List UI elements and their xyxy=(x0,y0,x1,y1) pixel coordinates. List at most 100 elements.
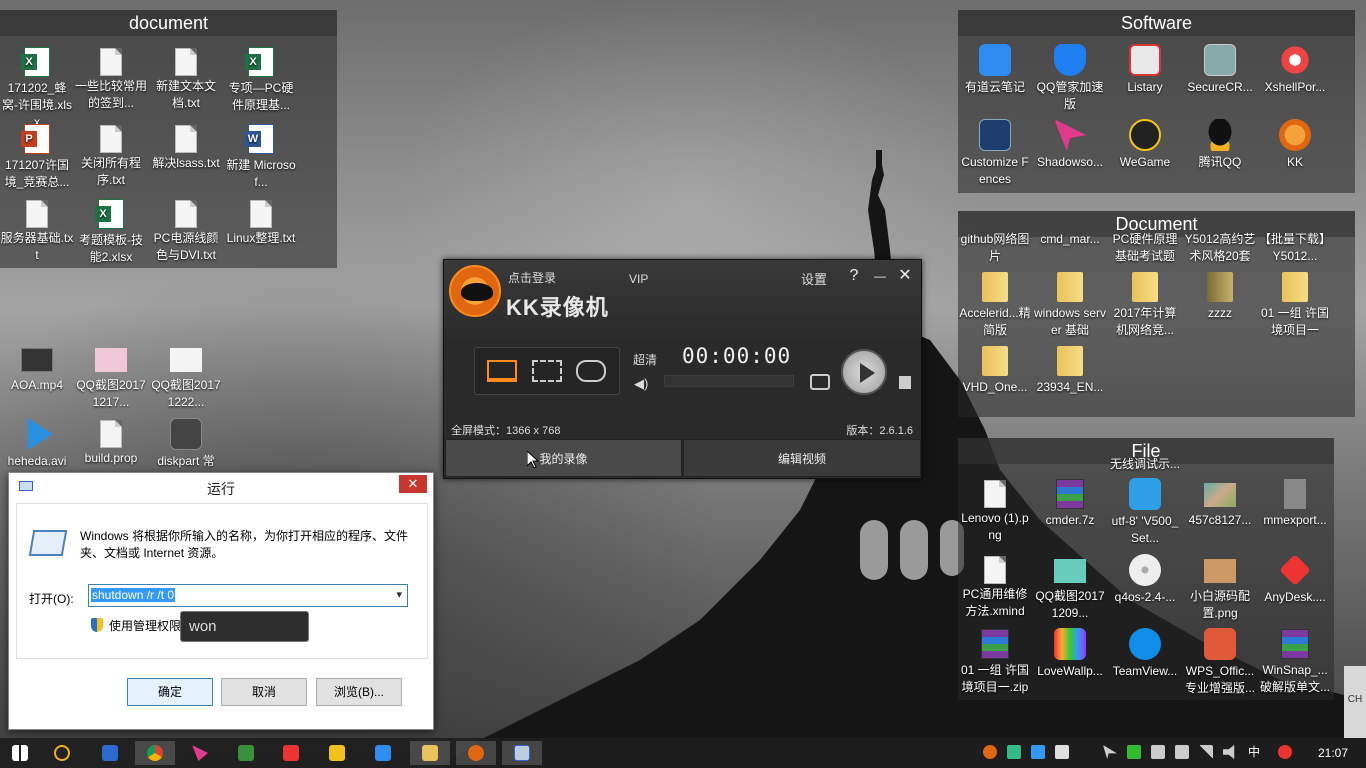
cancel-button[interactable]: 取消 xyxy=(221,678,307,706)
taskbar-run[interactable] xyxy=(502,741,542,765)
desktop-icon[interactable]: heheda.avi xyxy=(0,418,74,470)
taskbar-explorer[interactable] xyxy=(410,741,450,765)
quality-selector[interactable]: 超清 xyxy=(633,351,657,368)
desktop-icon[interactable]: P 171207许国境_竞赛总... xyxy=(0,123,74,191)
command-input[interactable]: shutdown /r /t 0 ▾ xyxy=(88,584,408,607)
desktop-icon[interactable]: QQ截图20171209... xyxy=(1033,554,1107,622)
close-button[interactable]: ✕ xyxy=(399,475,427,493)
desktop-icon[interactable]: WPS_Offic...专业增强版... xyxy=(1183,628,1257,697)
desktop-icon[interactable]: WinSnap_...破解版单文... xyxy=(1258,628,1332,696)
desktop-icon[interactable]: github网络图片 xyxy=(958,231,1032,267)
desktop-icon[interactable]: 腾讯QQ xyxy=(1183,119,1257,171)
desktop-icon[interactable]: 457c8127... xyxy=(1183,478,1257,529)
desktop-icon[interactable]: mmexport... xyxy=(1258,478,1332,529)
ime-mode-label[interactable]: 中 xyxy=(1248,745,1260,759)
desktop-icon[interactable]: PC硬件原理基础考试题 xyxy=(1108,231,1182,267)
desktop-icon[interactable]: 服务器基础.txt xyxy=(0,198,74,264)
desktop-icon[interactable]: cmder.7z xyxy=(1033,478,1107,529)
desktop-icon[interactable]: 01 一组 许国境项目一.zip xyxy=(958,628,1032,696)
desktop-icon[interactable]: Accelerid...精简版 xyxy=(958,271,1032,339)
region-mode-icon[interactable] xyxy=(532,360,562,382)
sogou-tray-icon[interactable] xyxy=(1278,745,1292,759)
desktop-icon[interactable]: build.prop xyxy=(74,418,148,467)
taskbar-shadowsocks[interactable] xyxy=(180,741,220,765)
tab-edit-video[interactable]: 编辑视频 xyxy=(683,439,921,477)
desktop-icon[interactable]: TeamView... xyxy=(1108,628,1182,680)
taskbar-app3[interactable] xyxy=(271,741,311,765)
desktop-icon[interactable]: AnyDesk.... xyxy=(1258,554,1332,606)
taskbar-app4[interactable] xyxy=(317,741,357,765)
app-tray-icon[interactable] xyxy=(1055,745,1069,759)
desktop-icon[interactable]: LoveWallp... xyxy=(1033,628,1107,680)
desktop-icon[interactable]: q4os-2.4-... xyxy=(1108,554,1182,606)
settings-button[interactable]: 设置 xyxy=(801,269,827,288)
game-mode-icon[interactable] xyxy=(576,360,606,382)
desktop-icon[interactable]: 新建文本文档.txt xyxy=(149,46,223,112)
screenshot-icon[interactable] xyxy=(810,374,830,390)
ok-button[interactable]: 确定 xyxy=(127,678,213,706)
start-button[interactable] xyxy=(0,741,38,765)
desktop-icon[interactable]: PC电源线颜色与DVI.txt xyxy=(149,198,223,264)
volume-slider[interactable] xyxy=(664,375,794,387)
volume-tray-icon[interactable] xyxy=(1223,745,1235,759)
desktop-icon[interactable]: diskpart 常 xyxy=(149,418,223,470)
desktop-icon[interactable]: WeGame xyxy=(1108,119,1182,171)
desktop-icon[interactable]: XshellPor... xyxy=(1258,44,1332,96)
taskbar-kk[interactable] xyxy=(456,741,496,765)
desktop-icon[interactable]: AOA.mp4 xyxy=(0,343,74,394)
clock[interactable]: 21:07 xyxy=(1318,746,1348,760)
app-tray-icon[interactable] xyxy=(1031,745,1045,759)
tab-my-videos[interactable]: 我的录像 xyxy=(445,439,682,477)
desktop-icon[interactable]: 【批量下载】Y5012... xyxy=(1258,231,1332,267)
desktop-icon[interactable]: Customize Fences xyxy=(958,119,1032,188)
desktop-icon[interactable]: Listary xyxy=(1108,44,1182,96)
ime-popup[interactable]: won xyxy=(180,611,309,642)
desktop-icon[interactable]: windows server 基础 xyxy=(1033,271,1107,339)
desktop-icon[interactable]: QQ管家加速版 xyxy=(1033,44,1107,113)
desktop-icon[interactable]: 一些比较常用的签到... xyxy=(74,46,148,112)
minimize-button[interactable]: — xyxy=(870,266,890,286)
desktop-icon[interactable]: SecureCR... xyxy=(1183,44,1257,96)
desktop-icon[interactable]: Y5012高约艺术风格20套 xyxy=(1183,231,1257,267)
language-sidebar[interactable]: CH xyxy=(1344,666,1366,738)
desktop-icon[interactable]: QQ截图20171222... xyxy=(149,343,223,411)
desktop-icon[interactable]: 小白源码配置.png xyxy=(1183,554,1257,622)
desktop-icon[interactable]: 无线调试示... xyxy=(1108,456,1182,474)
login-link[interactable]: 点击登录 xyxy=(508,269,556,286)
desktop-icon[interactable]: 解决lsass.txt xyxy=(149,123,223,172)
desktop-icon[interactable]: Shadowso... xyxy=(1033,119,1107,171)
desktop-icon[interactable]: X 专项—PC硬件原理基... xyxy=(224,46,298,114)
taskbar-youdao[interactable] xyxy=(363,741,403,765)
desktop-icon[interactable]: 01 一组 许国境项目一 xyxy=(1258,271,1332,339)
desktop-icon[interactable]: 23934_EN... xyxy=(1033,345,1107,396)
taskbar-qq[interactable] xyxy=(42,741,82,765)
browse-button[interactable]: 浏览(B)... xyxy=(316,678,402,706)
vip-link[interactable]: VIP xyxy=(629,272,648,286)
desktop-icon[interactable]: KK xyxy=(1258,119,1332,171)
desktop-icon[interactable]: QQ截图20171217... xyxy=(74,343,148,411)
signal-tray-icon[interactable] xyxy=(1199,745,1213,759)
stop-button[interactable] xyxy=(899,376,911,389)
desktop-icon[interactable]: Lenovo (1).png xyxy=(958,478,1032,544)
desktop-icon[interactable]: 2017年计算机网络竞... xyxy=(1108,271,1182,339)
chevron-down-icon[interactable]: ▾ xyxy=(395,588,403,601)
desktop-icon[interactable]: VHD_One... xyxy=(958,345,1032,396)
volume-icon[interactable]: ◀) xyxy=(634,376,652,391)
desktop-icon[interactable]: Linux整理.txt xyxy=(224,198,298,247)
desktop-icon[interactable]: 有道云笔记 xyxy=(958,44,1032,96)
taskbar-chrome[interactable] xyxy=(135,741,175,765)
network-tray-icon[interactable] xyxy=(1175,745,1189,759)
record-start-button[interactable] xyxy=(841,349,887,395)
browser-tray-icon[interactable] xyxy=(1007,745,1021,759)
desktop-icon[interactable]: X 171202_蜂窝-许围境.xlsx xyxy=(0,46,74,131)
taskbar-app[interactable] xyxy=(90,741,130,765)
battery-tray-icon[interactable] xyxy=(1151,745,1165,759)
desktop-icon[interactable]: X 考题模板-技能2.xlsx xyxy=(74,198,148,266)
taskbar-app2[interactable] xyxy=(226,741,266,765)
cursor-tray-icon[interactable] xyxy=(1103,745,1117,759)
close-button[interactable]: ✕ xyxy=(895,266,915,286)
desktop-icon[interactable]: cmd_mar... xyxy=(1033,231,1107,267)
fullscreen-mode-icon[interactable] xyxy=(487,360,517,382)
desktop-icon[interactable]: 关闭所有程序.txt xyxy=(74,123,148,189)
desktop-icon[interactable]: PC通用维修方法.xmind xyxy=(958,554,1032,620)
